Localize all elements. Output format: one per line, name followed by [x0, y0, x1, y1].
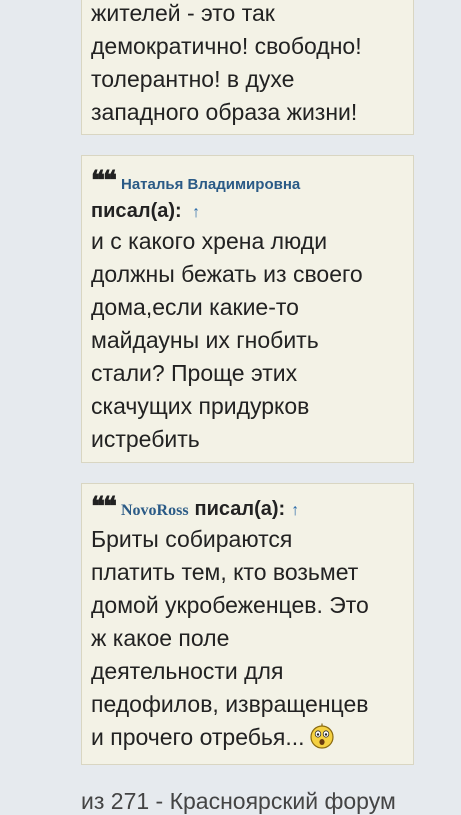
- quote-author-link[interactable]: Наталья Владимировна: [121, 176, 300, 193]
- quote-text-body: Бриты собираются платить тем, кто возьме…: [91, 526, 369, 750]
- quote-block-2: ❝❝ Наталья Владимировна писал(а): ↑ и с …: [81, 155, 414, 463]
- quote-text: Бриты собираются платить тем, кто возьме…: [82, 521, 413, 754]
- quote-header: ❝❝ Наталья Владимировна: [82, 156, 413, 194]
- jump-to-post-icon[interactable]: ↑: [192, 204, 200, 221]
- quote-text: и с какого хрена люди должны бежать из с…: [91, 228, 363, 452]
- wrote-label: писал(а):: [91, 200, 182, 222]
- page-footer-text: из 271 - Красноярский форум: [81, 788, 396, 814]
- jump-to-post-icon[interactable]: ↑: [291, 502, 299, 520]
- wrote-label: писал(а):: [194, 498, 286, 520]
- quote-mark-icon: ❝❝: [91, 492, 117, 522]
- post-body: жителей - это так демократично! свободно…: [0, 0, 461, 814]
- shocked-smiley-icon: [309, 723, 334, 749]
- quote-mark-icon: ❝❝: [91, 166, 117, 196]
- quote-author-link[interactable]: NovoRoss: [121, 502, 189, 520]
- quote-block-3: ❝❝ NovoRoss писал(а): ↑ Бриты собираются…: [81, 483, 414, 765]
- quote-block-1: жителей - это так демократично! свободно…: [81, 0, 414, 135]
- quote-text: жителей - это так демократично! свободно…: [91, 0, 362, 125]
- quote-header: ❝❝ NovoRoss писал(а): ↑: [82, 484, 413, 521]
